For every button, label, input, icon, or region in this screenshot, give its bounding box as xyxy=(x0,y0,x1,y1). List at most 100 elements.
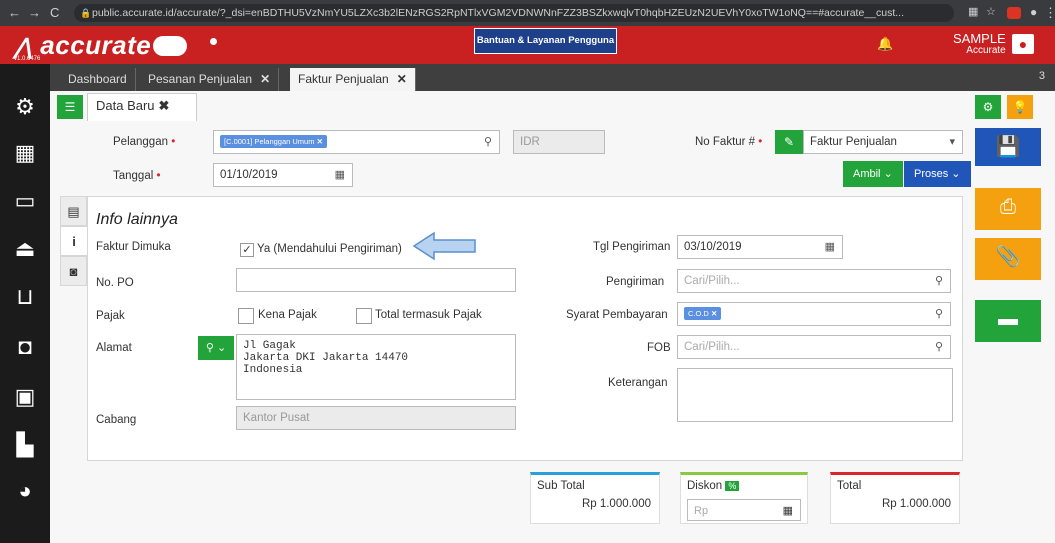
diskon-label: Diskon % xyxy=(687,480,740,492)
tab-dashboard[interactable]: Dashboard xyxy=(60,68,136,91)
modules-icon[interactable]: ▦ xyxy=(12,140,38,166)
calculator-icon[interactable]: ▣ xyxy=(12,384,38,410)
tab-pesanan-penjualan[interactable]: Pesanan Penjualan ✕ xyxy=(140,68,280,91)
tanggal-value: 01/10/2019 xyxy=(220,169,278,181)
close-icon[interactable]: ✕ xyxy=(397,72,407,86)
nopo-field[interactable] xyxy=(236,268,516,292)
subtotal-box: Sub Total Rp 1.000.000 xyxy=(530,472,660,524)
search-icon[interactable]: ⚲ xyxy=(484,131,492,153)
toolbox-icon[interactable]: ▬ xyxy=(975,300,1041,342)
tab-faktur-penjualan[interactable]: Faktur Penjualan ✕ xyxy=(290,68,416,91)
tab-count[interactable]: 3 xyxy=(1039,70,1045,82)
menu-icon[interactable]: ⋮ xyxy=(1044,5,1055,21)
subtotal-label: Sub Total xyxy=(537,480,585,492)
tgl-pengiriman-value: 03/10/2019 xyxy=(684,241,742,253)
search-icon[interactable]: ⚲ xyxy=(935,303,943,325)
address-bar[interactable]: 🔒 public.accurate.id/accurate/?_dsi=enBD… xyxy=(74,4,954,22)
edit-icon[interactable]: ✎ xyxy=(775,130,803,154)
alamat-line-2: Jakarta DKI Jakarta 14470 xyxy=(243,352,409,364)
user-info[interactable]: SAMPLE Accurate xyxy=(953,32,1006,57)
subtotal-value: Rp 1.000.000 xyxy=(581,498,651,510)
alamat-line-3: Indonesia xyxy=(243,364,303,376)
tgl-pengiriman-field[interactable]: 03/10/2019 ▦ xyxy=(677,235,843,259)
paperclip-icon[interactable]: 📎 xyxy=(975,238,1041,280)
syarat-pembayaran-field[interactable]: C.O.D ✕ ⚲ xyxy=(677,302,951,326)
archive-icon[interactable]: ▭ xyxy=(12,188,38,214)
bell-icon[interactable]: 🔔 xyxy=(877,36,893,52)
alamat-label: Alamat xyxy=(96,342,132,354)
close-icon[interactable]: ✕ xyxy=(260,72,270,86)
remove-icon[interactable]: ✕ xyxy=(317,137,323,146)
profile-icon[interactable]: ● xyxy=(1030,5,1037,19)
sales-bag-icon[interactable]: ◘ xyxy=(12,334,38,360)
save-icon[interactable]: 💾 xyxy=(975,128,1041,166)
url-text: public.accurate.id/accurate/?_dsi=enBDTH… xyxy=(92,7,905,19)
info-tab-icon[interactable]: i xyxy=(60,226,87,256)
menu-dot-icon[interactable] xyxy=(210,38,217,45)
nofaktur-label: No Faktur # • xyxy=(695,136,763,148)
company-icon[interactable]: ▙ xyxy=(12,432,38,458)
tanggal-field[interactable]: 01/10/2019 ▦ xyxy=(213,163,353,187)
gear-icon[interactable]: ⚙ xyxy=(975,95,1001,119)
calendar-icon[interactable]: ▦ xyxy=(335,164,345,186)
search-icon[interactable]: ⚲ xyxy=(935,270,943,292)
nofaktur-value: Faktur Penjualan xyxy=(810,136,897,148)
percent-toggle[interactable]: % xyxy=(725,481,740,491)
pengiriman-field[interactable]: Cari/Pilih... ⚲ xyxy=(677,269,951,293)
total-pajak-checkbox[interactable] xyxy=(356,308,372,324)
document-tab-icon[interactable]: ▤ xyxy=(60,196,87,226)
pie-chart-icon[interactable]: ◕ xyxy=(12,478,38,504)
browser-toolbar: ← → C 🔒 public.accurate.id/accurate/?_ds… xyxy=(0,0,1055,26)
total-box: Total Rp 1.000.000 xyxy=(830,472,960,524)
ambil-button[interactable]: Ambil ⌄ xyxy=(843,161,903,187)
info-title: Info lainnya xyxy=(96,211,178,228)
total-value: Rp 1.000.000 xyxy=(881,498,951,510)
keterangan-label: Keterangan xyxy=(608,377,668,389)
remove-icon[interactable]: ✕ xyxy=(711,309,717,318)
avatar-icon[interactable]: ● xyxy=(1012,34,1034,54)
cabang-label: Cabang xyxy=(96,414,137,426)
tab-label: Pesanan Penjualan xyxy=(148,72,253,86)
cart-icon[interactable]: ⊔ xyxy=(12,284,38,310)
translate-icon[interactable]: ▦ xyxy=(968,5,978,18)
reload-icon[interactable]: C xyxy=(50,5,59,20)
calendar-icon[interactable]: ▦ xyxy=(825,236,835,258)
subtab-data-baru[interactable]: Data Baru ✖ xyxy=(87,93,197,121)
user-company: Accurate xyxy=(966,45,1006,56)
close-icon[interactable]: ✖ xyxy=(159,98,170,113)
kena-pajak-checkbox[interactable] xyxy=(238,308,254,324)
pelanggan-label: Pelanggan • xyxy=(113,136,176,148)
calculator-icon[interactable]: ▦ xyxy=(783,500,793,522)
list-icon[interactable]: ☰ xyxy=(57,95,83,119)
proses-button[interactable]: Proses ⌄ xyxy=(904,161,971,187)
pointer-arrow-icon xyxy=(412,231,476,261)
lightbulb-icon[interactable]: 💡 xyxy=(1007,95,1033,119)
stack-tab-icon[interactable]: ◙ xyxy=(60,256,87,286)
back-arrow-icon[interactable]: ← xyxy=(8,5,21,20)
fob-placeholder: Cari/Pilih... xyxy=(684,341,740,353)
keterangan-textarea[interactable] xyxy=(677,368,953,422)
syarat-chip: C.O.D ✕ xyxy=(684,307,722,321)
faktur-dimuka-checkbox[interactable]: ✓ xyxy=(240,243,254,257)
fob-label: FOB xyxy=(647,342,671,354)
fob-field[interactable]: Cari/Pilih... ⚲ xyxy=(677,335,951,359)
forward-arrow-icon[interactable]: → xyxy=(28,5,41,20)
print-icon[interactable]: ⎙ xyxy=(975,188,1041,230)
search-icon[interactable]: ⚲ xyxy=(935,336,943,358)
star-icon[interactable]: ☆ xyxy=(986,5,996,18)
version-label: v1.0.6476 xyxy=(14,56,41,62)
tanggal-label: Tanggal • xyxy=(113,170,161,182)
inbox-icon[interactable]: ⏏ xyxy=(12,236,38,262)
pelanggan-field[interactable]: [C.0001] Pelanggan Umum ✕ ⚲ xyxy=(213,130,500,154)
help-button[interactable]: Bantuan & Layanan Pengguna xyxy=(474,28,617,54)
tab-label: Dashboard xyxy=(68,72,127,86)
settings-icon[interactable]: ⚙ xyxy=(12,94,38,120)
extension-icon[interactable] xyxy=(1007,7,1021,19)
alamat-textarea[interactable]: Jl Gagak Jakarta DKI Jakarta 14470 Indon… xyxy=(236,334,516,400)
diskon-placeholder: Rp xyxy=(694,505,709,517)
diskon-field[interactable]: Rp ▦ xyxy=(687,499,801,521)
location-pin-icon[interactable]: ⚲ ⌄ xyxy=(198,336,234,360)
sidebar: ⚙ ▦ ▭ ⏏ ⊔ ◘ ▣ ▙ ◕ xyxy=(0,64,50,543)
nofaktur-select[interactable]: Faktur Penjualan ▾ xyxy=(803,130,963,154)
vertical-tabs: ▤ i ◙ xyxy=(60,196,87,286)
